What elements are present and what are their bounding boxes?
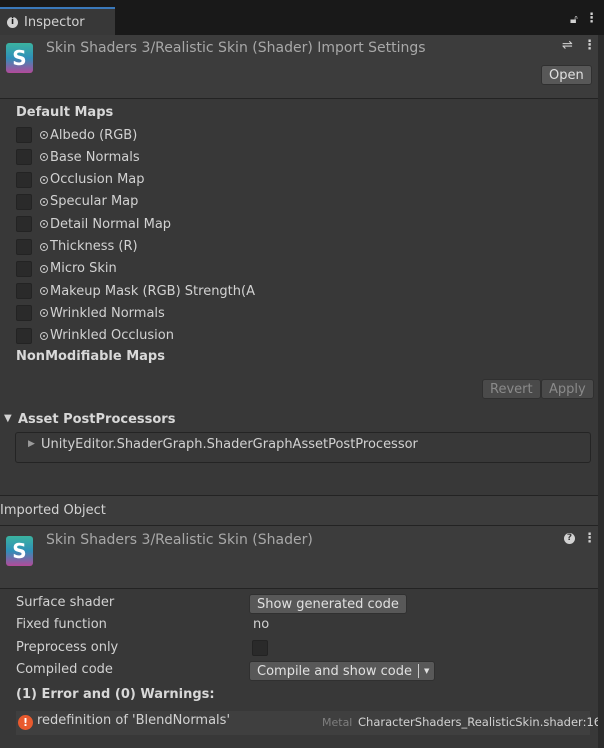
compiled-code-label: Compiled code	[16, 662, 113, 677]
object-picker-icon[interactable]	[40, 332, 48, 340]
info-icon: i	[7, 17, 18, 28]
object-picker-icon[interactable]	[40, 176, 48, 184]
compile-button-label: Compile and show code	[257, 664, 412, 679]
map-row[interactable]: Specular Map	[16, 192, 138, 212]
object-picker-icon[interactable]	[40, 309, 48, 317]
errors-heading: (1) Error and (0) Warnings:	[16, 687, 215, 702]
object-picker-icon[interactable]	[40, 153, 48, 161]
object-picker-icon[interactable]	[40, 198, 48, 206]
map-checkbox[interactable]	[16, 239, 32, 255]
map-checkbox[interactable]	[16, 194, 32, 210]
foldout-collapsed-icon[interactable]: ▶	[28, 439, 35, 449]
imported-menu-icon[interactable]: ⋮	[583, 531, 596, 546]
scrollbar[interactable]	[598, 35, 604, 748]
map-row[interactable]: Albedo (RGB)	[16, 125, 137, 145]
map-label: Albedo (RGB)	[50, 128, 137, 143]
compile-and-show-code-button[interactable]: Compile and show code ▼	[249, 661, 435, 681]
surface-shader-label: Surface shader	[16, 595, 114, 610]
object-picker-icon[interactable]	[40, 220, 48, 228]
imported-object-heading: Imported Object	[0, 503, 106, 518]
preprocess-only-label: Preprocess only	[16, 640, 118, 655]
revert-button[interactable]: Revert	[482, 379, 541, 399]
map-label: Wrinkled Normals	[50, 306, 165, 321]
tab-inspector[interactable]: i Inspector	[0, 7, 115, 35]
error-icon: !	[18, 715, 33, 730]
map-checkbox[interactable]	[16, 283, 32, 299]
preset-icon[interactable]: ⇌	[562, 38, 573, 53]
map-row[interactable]: Micro Skin	[16, 259, 117, 279]
map-row[interactable]: Thickness (R)	[16, 237, 138, 257]
map-checkbox[interactable]	[16, 127, 32, 143]
open-button[interactable]: Open	[541, 65, 592, 85]
map-label: Micro Skin	[50, 261, 117, 276]
shader-icon: S	[6, 43, 33, 73]
shader-icon: S	[6, 536, 33, 566]
map-label: Makeup Mask (RGB) Strength(A	[50, 284, 255, 299]
map-row[interactable]: Wrinkled Occlusion	[16, 326, 174, 346]
error-location: CharacterShaders_RealisticSkin.shader:16…	[358, 715, 604, 729]
map-checkbox[interactable]	[16, 172, 32, 188]
map-checkbox[interactable]	[16, 328, 32, 344]
nonmodifiable-maps-heading: NonModifiable Maps	[16, 349, 165, 364]
show-generated-code-button[interactable]: Show generated code	[249, 594, 407, 614]
map-row[interactable]: Detail Normal Map	[16, 214, 171, 234]
map-checkbox[interactable]	[16, 305, 32, 321]
more-menu-icon[interactable]: ⋮	[585, 11, 598, 26]
object-picker-icon[interactable]	[40, 287, 48, 295]
map-label: Base Normals	[50, 150, 140, 165]
fixed-function-value: no	[253, 617, 269, 632]
map-row[interactable]: Wrinkled Normals	[16, 303, 165, 323]
imported-object-bar: Imported Object	[0, 495, 598, 526]
map-checkbox[interactable]	[16, 216, 32, 232]
error-platform: Metal	[322, 716, 352, 729]
map-row[interactable]: Makeup Mask (RGB) Strength(A	[16, 281, 255, 301]
imported-title: Skin Shaders 3/Realistic Skin (Shader)	[46, 532, 313, 548]
postprocessors-heading[interactable]: Asset PostProcessors	[18, 412, 175, 427]
foldout-expanded-icon[interactable]: ▼	[4, 413, 12, 424]
help-icon[interactable]: ?	[564, 533, 575, 544]
map-label: Wrinkled Occlusion	[50, 328, 174, 343]
map-label: Thickness (R)	[50, 239, 138, 254]
object-picker-icon[interactable]	[40, 243, 48, 251]
postprocessor-item[interactable]: UnityEditor.ShaderGraph.ShaderGraphAsset…	[41, 437, 418, 452]
apply-button[interactable]: Apply	[541, 379, 594, 399]
dropdown-arrow-icon[interactable]: ▼	[418, 664, 434, 678]
map-row[interactable]: Occlusion Map	[16, 170, 145, 190]
default-maps-heading: Default Maps	[16, 105, 113, 120]
map-checkbox[interactable]	[16, 261, 32, 277]
tab-label: Inspector	[24, 15, 85, 30]
fixed-function-label: Fixed function	[16, 617, 107, 632]
header-title: Skin Shaders 3/Realistic Skin (Shader) I…	[46, 40, 426, 56]
object-picker-icon[interactable]	[40, 265, 48, 273]
object-picker-icon[interactable]	[40, 131, 48, 139]
map-label: Specular Map	[50, 194, 138, 209]
lock-icon[interactable]: 🔓︎	[570, 12, 578, 27]
import-settings-header: S Skin Shaders 3/Realistic Skin (Shader)…	[0, 35, 598, 99]
preprocess-only-checkbox[interactable]	[252, 640, 268, 656]
imported-object-header: S Skin Shaders 3/Realistic Skin (Shader)…	[0, 526, 598, 589]
error-row[interactable]: ! redefinition of 'BlendNormals' Metal C…	[16, 711, 590, 735]
postprocessor-list: ▶ UnityEditor.ShaderGraph.ShaderGraphAss…	[15, 432, 591, 463]
map-row[interactable]: Base Normals	[16, 147, 140, 167]
map-checkbox[interactable]	[16, 149, 32, 165]
header-menu-icon[interactable]: ⋮	[583, 38, 596, 53]
map-label: Detail Normal Map	[50, 217, 171, 232]
map-label: Occlusion Map	[50, 172, 145, 187]
error-message: redefinition of 'BlendNormals'	[37, 713, 230, 728]
